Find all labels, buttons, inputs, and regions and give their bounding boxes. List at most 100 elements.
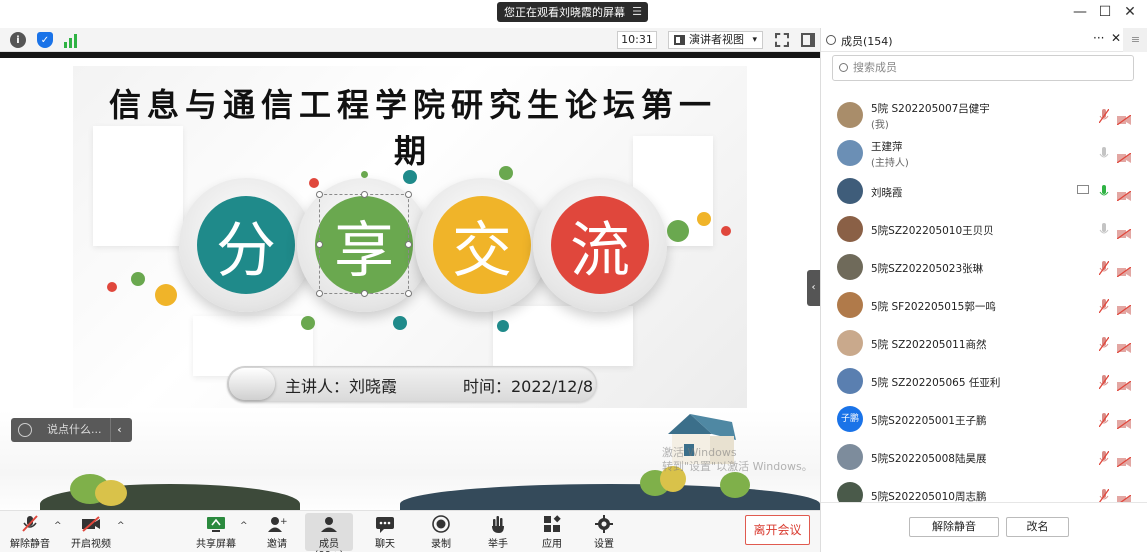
char-jiao: 交 (433, 196, 531, 294)
member-role: (主持人) (871, 158, 909, 169)
slide-title: 信息与通信工程学院研究生论坛第一期 (108, 86, 717, 170)
apps-button[interactable]: 应用 (528, 513, 576, 551)
sharing-banner[interactable]: 您正在观看刘晓霞的屏幕 ☰ (497, 2, 648, 22)
member-row[interactable]: 5院 SZ202205065 任亚利 (821, 362, 1147, 400)
video-off-icon[interactable] (1116, 224, 1132, 240)
avatar (837, 216, 863, 242)
watermark-line-2: 转到"设置"以激活 Windows。 (662, 460, 813, 473)
watermark-line-1: 激活 Windows (662, 446, 737, 459)
video-off-icon[interactable] (1116, 262, 1132, 278)
member-row[interactable]: 5院SZ202205023张琳 (821, 248, 1147, 286)
invite-label: 邀请 (267, 539, 287, 550)
avatar (837, 178, 863, 204)
member-row[interactable]: 5院SZ202205010王贝贝 (821, 210, 1147, 248)
member-row[interactable]: 5院S202205008陆昊展 (821, 438, 1147, 476)
video-off-icon[interactable] (1116, 186, 1132, 202)
shield-icon[interactable]: ✓ (37, 32, 53, 48)
video-off-icon[interactable] (1116, 414, 1132, 430)
members-panel: 成员(154) ··· ✕ ≡ 搜索成员 5院 S202205007吕健宇 (我)… (820, 28, 1147, 552)
avatar: 子鹏 (837, 406, 863, 432)
member-row[interactable]: 王建萍 (主持人) (821, 134, 1147, 172)
unmute-button[interactable]: 解除静音 (6, 513, 54, 551)
member-row[interactable]: 子鹏 5院S202205001王子鹏 (821, 400, 1147, 438)
chevron-left-icon[interactable]: ‹ (110, 418, 128, 442)
leave-meeting-button[interactable]: 离开会议 (745, 515, 810, 545)
search-members-input[interactable]: 搜索成员 (832, 55, 1134, 81)
member-row[interactable]: 刘晓霞 (821, 172, 1147, 210)
close-panel-icon[interactable]: ✕ (1111, 31, 1121, 45)
member-name: 刘晓霞 (871, 187, 903, 199)
avatar (837, 444, 863, 470)
collapse-panel-tab[interactable]: ‹ (807, 270, 820, 306)
rename-button[interactable]: 改名 (1006, 517, 1069, 537)
video-off-icon[interactable] (1116, 452, 1132, 468)
unmute-all-button[interactable]: 解除静音 (909, 517, 999, 537)
invite-button[interactable]: + 邀请 (253, 513, 301, 551)
selection-box (316, 171, 412, 297)
avatar (837, 368, 863, 394)
member-name: 5院 SZ202205011商然 (871, 339, 987, 351)
mic-muted-icon[interactable] (1098, 488, 1110, 504)
share-circle-1: 分 (179, 178, 313, 312)
start-video-button[interactable]: 开启视频 (67, 513, 115, 551)
raise-hand-button[interactable]: 举手 (474, 513, 522, 551)
fullscreen-icon[interactable] (775, 33, 789, 47)
member-name: 5院S202205001王子鹏 (871, 415, 987, 427)
share-options-caret[interactable]: ^ (240, 521, 248, 531)
minimize-button[interactable]: — (1070, 4, 1090, 20)
maximize-button[interactable]: ☐ (1095, 4, 1115, 20)
member-row[interactable]: 5院 SF202205015郭一鸣 (821, 286, 1147, 324)
panel-menu-icon[interactable]: ≡ (1123, 28, 1147, 52)
mic-icon[interactable] (1099, 146, 1109, 160)
settings-icon (594, 515, 614, 533)
info-icon[interactable]: i (10, 32, 26, 48)
chat-quick-input[interactable]: 说点什么... ‹ (11, 418, 132, 442)
more-options-icon[interactable]: ··· (1093, 31, 1104, 45)
video-off-icon[interactable] (1116, 300, 1132, 316)
mic-muted-icon[interactable] (1098, 450, 1110, 466)
audio-options-caret[interactable]: ^ (54, 521, 62, 531)
mic-muted-icon[interactable] (1098, 260, 1110, 276)
sidebar-icon[interactable] (801, 33, 815, 47)
signal-icon[interactable] (64, 33, 78, 48)
video-off-icon[interactable] (1116, 490, 1132, 506)
share-screen-button[interactable]: 共享屏幕 (192, 513, 240, 551)
chevron-down-icon: ▾ (752, 35, 757, 45)
mic-muted-icon[interactable] (1098, 374, 1110, 390)
screen-share-icon (1077, 185, 1089, 194)
members-button[interactable]: 成员(99+) (305, 513, 353, 552)
share-circle-4: 流 (533, 178, 667, 312)
chat-label: 聊天 (375, 539, 395, 550)
close-window-button[interactable]: ✕ (1120, 4, 1140, 20)
raise-hand-label: 举手 (488, 539, 508, 550)
windows-activation-watermark: 激活 Windows 转到"设置"以激活 Windows。 (662, 446, 813, 474)
date-label: 时间：2022/12/8 (463, 377, 594, 396)
menu-icon[interactable]: ☰ (632, 5, 642, 18)
video-off-icon[interactable] (1116, 376, 1132, 392)
avatar (837, 330, 863, 356)
title-bar: 您正在观看刘晓霞的屏幕 ☰ — ☐ ✕ (0, 0, 1147, 28)
view-mode-dropdown[interactable]: 演讲者视图 ▾ (668, 31, 763, 49)
mic-icon[interactable] (1099, 184, 1109, 198)
members-panel-title: 成员(154) (841, 35, 893, 48)
chat-button[interactable]: 聊天 (361, 513, 409, 551)
mic-muted-icon[interactable] (1098, 412, 1110, 428)
record-button[interactable]: 录制 (417, 513, 465, 551)
settings-button[interactable]: 设置 (580, 513, 628, 551)
share-screen-label: 共享屏幕 (196, 539, 236, 550)
member-name: 5院SZ202205023张琳 (871, 263, 984, 275)
video-options-caret[interactable]: ^ (117, 521, 125, 531)
video-off-icon[interactable] (1116, 110, 1132, 126)
emoji-icon[interactable] (18, 423, 32, 437)
mic-muted-icon[interactable] (1098, 336, 1110, 352)
mic-muted-icon[interactable] (1098, 298, 1110, 314)
member-row[interactable]: 5院 SZ202205011商然 (821, 324, 1147, 362)
mic-muted-icon[interactable] (1098, 108, 1110, 124)
video-off-icon[interactable] (1116, 148, 1132, 164)
speaker-label: 主讲人：刘晓霞 (285, 377, 398, 396)
video-off-icon (81, 515, 101, 533)
member-row[interactable]: 5院 S202205007吕健宇 (我) (821, 96, 1147, 134)
speaker-info-bar: 主讲人：刘晓霞 时间：2022/12/8 (227, 366, 597, 402)
mic-icon[interactable] (1099, 222, 1109, 236)
video-off-icon[interactable] (1116, 338, 1132, 354)
